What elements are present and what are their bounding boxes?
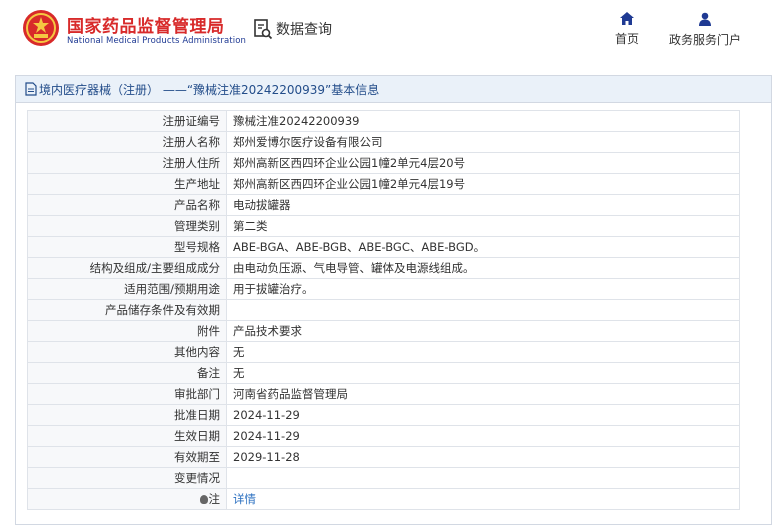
field-value: 由电动负压源、气电导管、罐体及电源线组成。: [226, 257, 740, 279]
field-label: 型号规格: [27, 236, 227, 258]
field-label: 产品储存条件及有效期: [27, 299, 227, 321]
table-row: 注册人名称 郑州爱博尔医疗设备有限公司: [27, 131, 740, 153]
note-value: 详情: [226, 488, 740, 510]
field-label: 有效期至: [27, 446, 227, 468]
table-row: 生效日期 2024-11-29: [27, 425, 740, 447]
field-value: 产品技术要求: [226, 320, 740, 342]
table-row: 其他内容无: [27, 341, 740, 363]
nav-home-label: 首页: [615, 32, 640, 46]
field-label: 生效日期: [27, 425, 227, 447]
data-query-link[interactable]: 数据查询: [253, 18, 332, 40]
table-row: 批准日期 2024-11-29: [27, 404, 740, 426]
site-header: 国家药品监督管理局 National Medical Products Admi…: [0, 0, 772, 64]
user-icon: [699, 12, 711, 26]
national-emblem-icon[interactable]: [22, 9, 60, 47]
field-label: 备注: [27, 362, 227, 384]
table-row: 生产地址 郑州高新区西四环企业公园1幢2单元4层19号: [27, 173, 740, 195]
lightbulb-icon: [199, 495, 208, 504]
nav-home[interactable]: 首页: [615, 12, 639, 47]
table-row: 附件 产品技术要求: [27, 320, 740, 342]
field-label: 产品名称: [27, 194, 227, 216]
field-label: 变更情况: [27, 467, 227, 489]
details-link[interactable]: 详情: [233, 492, 256, 506]
field-value: 2029-11-28: [226, 446, 740, 468]
field-value: 郑州高新区西四环企业公园1幢2单元4层19号: [226, 173, 740, 195]
brand-title[interactable]: 国家药品监督管理局: [67, 12, 225, 37]
detail-title: 境内医疗器械（注册） ——“豫械注准20242200939”基本信息: [39, 82, 380, 97]
field-label: 适用范围/预期用途: [27, 278, 227, 300]
field-label: 注册人住所: [27, 152, 227, 174]
nav-gov-portal[interactable]: 政务服务门户: [669, 12, 741, 48]
field-label: 结构及组成/主要组成成分: [27, 257, 227, 279]
field-label: 注册人名称: [27, 131, 227, 153]
table-row: 产品名称 电动拔罐器: [27, 194, 740, 216]
table-row: 注册证编号 豫械注准20242200939: [27, 110, 740, 132]
field-value: 豫械注准20242200939: [226, 110, 740, 132]
field-value: 2024-11-29: [226, 425, 740, 447]
table-row: 审批部门 河南省药品监督管理局: [27, 383, 740, 405]
field-label: 批准日期: [27, 404, 227, 426]
table-row: 管理类别 第二类: [27, 215, 740, 237]
field-value: 郑州爱博尔医疗设备有限公司: [226, 131, 740, 153]
field-value: 第二类: [226, 215, 740, 237]
field-label: 其他内容: [27, 341, 227, 363]
field-label: 附件: [27, 320, 227, 342]
table-row: 型号规格 ABE-BGA、ABE-BGB、ABE-BGC、ABE-BGD。: [27, 236, 740, 258]
table-row: 注册人住所 郑州高新区西四环企业公园1幢2单元4层20号: [27, 152, 740, 174]
field-value: 郑州高新区西四环企业公园1幢2单元4层20号: [226, 152, 740, 174]
field-label: 生产地址: [27, 173, 227, 195]
field-value: 无: [226, 341, 740, 363]
field-value: 2024-11-29: [226, 404, 740, 426]
table-row: 结构及组成/主要组成成分 由电动负压源、气电导管、罐体及电源线组成。: [27, 257, 740, 279]
field-value: ABE-BGA、ABE-BGB、ABE-BGC、ABE-BGD。: [226, 236, 740, 258]
table-row: 适用范围/预期用途 用于拔罐治疗。: [27, 278, 740, 300]
table-row: 有效期至 2029-11-28: [27, 446, 740, 468]
field-value: 电动拔罐器: [226, 194, 740, 216]
field-value: 用于拔罐治疗。: [226, 278, 740, 300]
table-row: 备注无: [27, 362, 740, 384]
note-label-text: 注: [208, 492, 221, 506]
field-label: 注册证编号: [27, 110, 227, 132]
document-search-icon: [254, 19, 273, 40]
note-row: 注详情: [27, 488, 740, 510]
field-value: 无: [226, 362, 740, 384]
note-label: 注: [27, 488, 227, 510]
home-icon: [620, 12, 634, 25]
table-row: 产品储存条件及有效期: [27, 299, 740, 321]
table-row: 变更情况: [27, 467, 740, 489]
field-label: 审批部门: [27, 383, 227, 405]
field-value: 河南省药品监督管理局: [226, 383, 740, 405]
document-icon: [25, 82, 37, 96]
nav-gov-label: 政务服务门户: [669, 33, 742, 47]
detail-table: 注册证编号 豫械注准20242200939 注册人名称 郑州爱博尔医疗设备有限公司 注册…: [27, 110, 740, 510]
detail-panel: 境内医疗器械（注册） ——“豫械注准20242200939”基本信息 注册证编号…: [15, 75, 772, 525]
data-query-label: 数据查询: [276, 22, 332, 38]
detail-title-bar: 境内医疗器械（注册） ——“豫械注准20242200939”基本信息: [16, 76, 771, 103]
field-label: 管理类别: [27, 215, 227, 237]
field-value: [226, 467, 740, 489]
field-value: [226, 299, 740, 321]
brand-subtitle: National Medical Products Administration: [67, 36, 246, 46]
